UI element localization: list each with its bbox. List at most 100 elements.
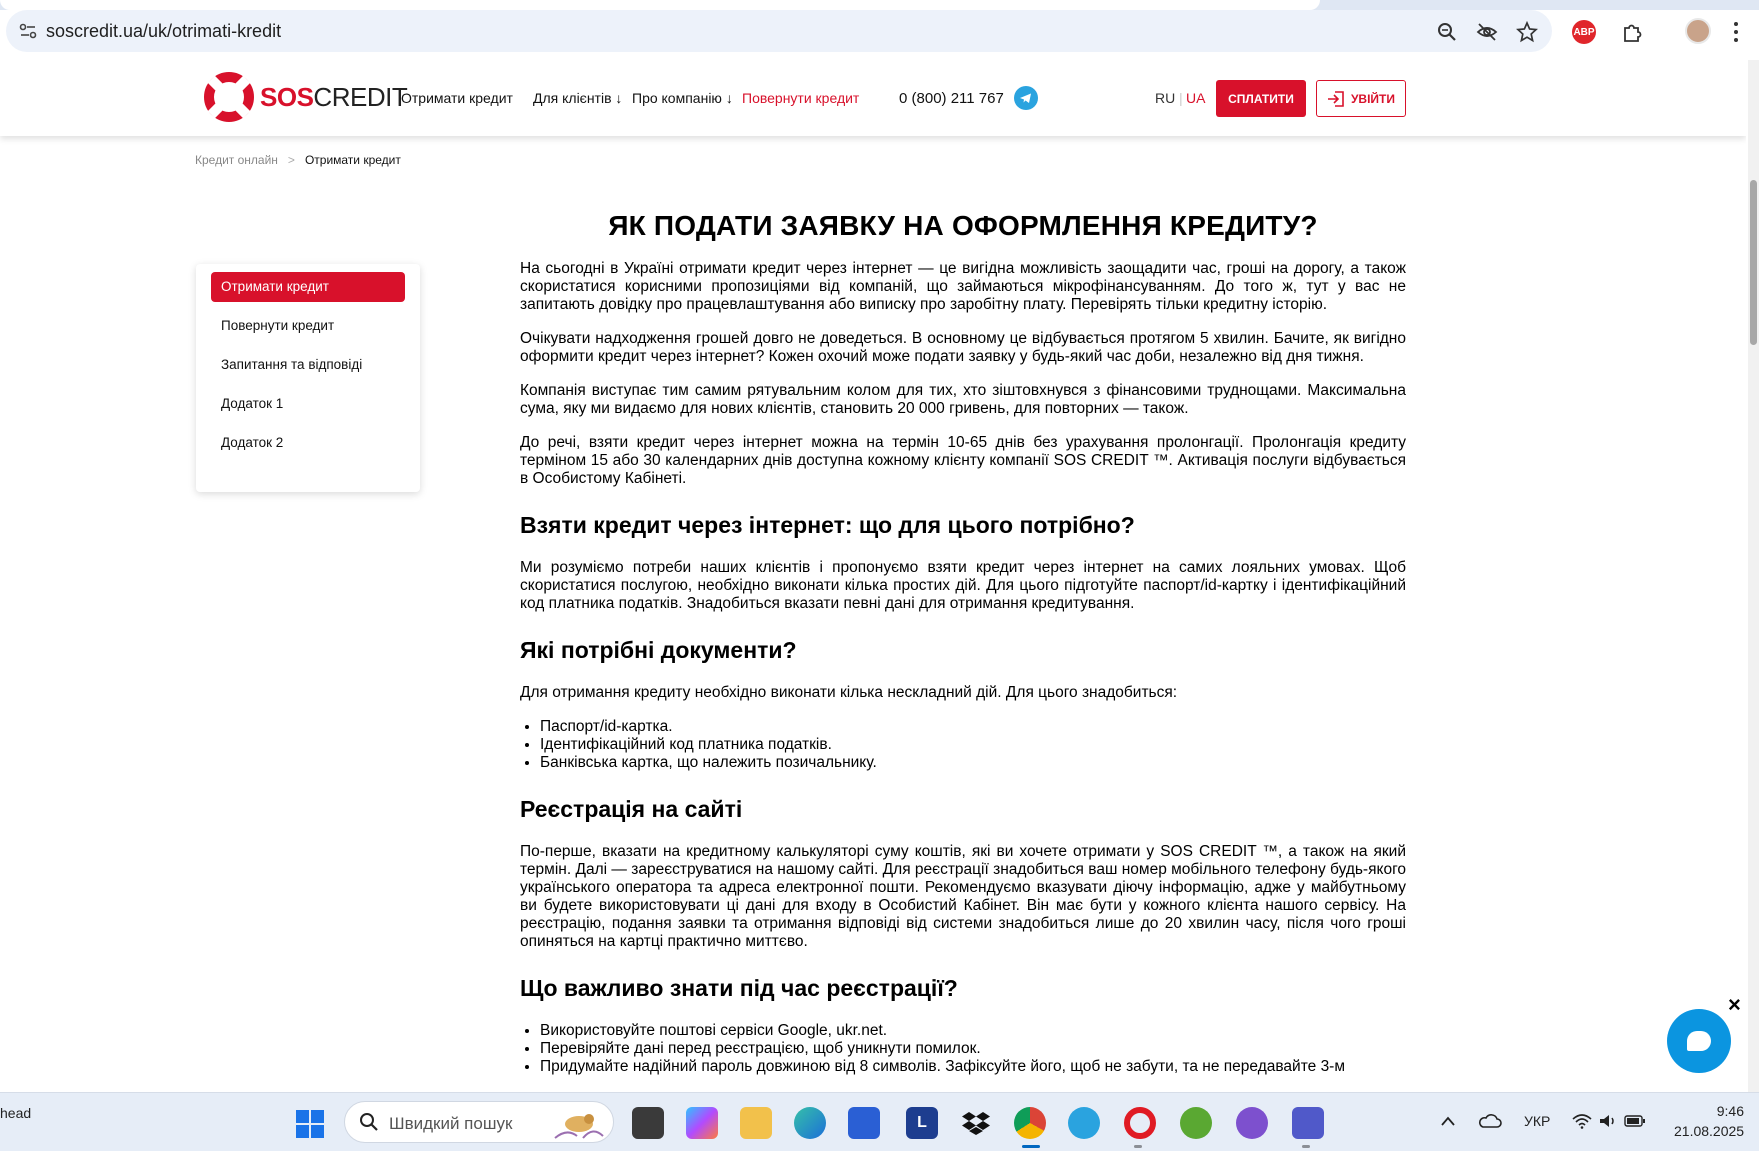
running-indicator [1302,1145,1310,1148]
input-language[interactable]: УКР [1524,1113,1550,1129]
eye-slash-icon[interactable] [1476,21,1498,43]
edge-icon[interactable] [794,1107,826,1139]
task-view-icon[interactable] [632,1107,664,1139]
section-heading: Що важливо знати під час реєстрації? [520,975,958,1001]
dropbox-icon[interactable] [960,1107,992,1139]
kebab-menu-icon[interactable] [1733,20,1739,44]
tips-list: Використовуйте поштові сервіси Google, u… [520,1022,1406,1076]
wifi-icon[interactable] [1572,1113,1592,1129]
utorrent-icon[interactable] [1180,1107,1212,1139]
abp-icon[interactable]: ABP [1572,20,1596,44]
site-info-icon[interactable] [18,21,38,41]
article-paragraph: На сьогодні в Україні отримати кредит че… [520,260,1406,313]
taskbar-search[interactable]: Швидкий пошук [344,1101,614,1143]
lang-separator: | [1179,90,1183,106]
nav-about[interactable]: Про компанію ↓ [632,90,733,106]
chat-close-icon[interactable]: × [1728,992,1741,1018]
list-item: Використовуйте поштові сервіси Google, u… [540,1022,1406,1040]
lang-ua[interactable]: UA [1186,90,1205,106]
logo-sos: SOS [260,81,314,112]
onedrive-icon[interactable] [1478,1113,1502,1129]
page-scrollbar[interactable] [1748,60,1759,1092]
tab-strip [0,0,1759,10]
search-placeholder: Швидкий пошук [389,1114,513,1133]
article-paragraph: Компанія виступає тим самим рятувальним … [520,382,1406,417]
login-button[interactable]: УВІЙТИ [1316,80,1406,117]
active-tab[interactable] [0,0,1320,10]
site-header: SOSCREDIT Отримати кредит Для клієнтів ↓… [0,60,1746,136]
profile-avatar[interactable] [1685,18,1711,44]
lifebuoy-icon [204,72,254,122]
nav-for-clients[interactable]: Для клієнтів ↓ [533,90,622,106]
windows-start-icon[interactable] [296,1110,324,1138]
chevron-up-icon[interactable] [1440,1115,1456,1127]
section-heading: Які потрібні документи? [520,637,797,663]
documents-list: Паспорт/id-картка. Ідентифікаційний код … [520,718,1406,772]
zoom-icon[interactable] [1436,21,1458,43]
page-title: ЯК ПОДАТИ ЗАЯВКУ НА ОФОРМЛЕННЯ КРЕДИТУ? [608,210,1318,241]
article-paragraph: По-перше, вказати на кредитному калькуля… [520,843,1406,950]
l-app-icon[interactable]: L [906,1107,938,1139]
running-indicator [1134,1145,1142,1148]
copilot-icon[interactable] [686,1107,718,1139]
web-page: SOSCREDIT Отримати кредит Для клієнтів ↓… [0,60,1746,1092]
chat-icon [1687,1031,1711,1051]
chat-widget-button[interactable] [1667,1009,1731,1073]
list-item: Банківська картка, що належить позичальн… [540,754,1406,772]
clock-time: 9:46 [1716,1103,1744,1119]
opera-icon[interactable] [1124,1107,1156,1139]
viber-icon[interactable] [1236,1107,1268,1139]
nav-get-credit[interactable]: Отримати кредит [401,90,513,106]
article-paragraph: Очікувати надходження грошей довго не до… [520,330,1406,365]
section-heading: Взяти кредит через інтернет: що для цьог… [520,512,1135,538]
side-menu-appendix-2[interactable]: Додаток 2 [211,428,405,458]
address-bar[interactable]: soscredit.ua/uk/otrimati-kredit [6,10,1552,52]
breadcrumb-current: Отримати кредит [304,153,401,167]
list-item: Придумайте надійний пароль довжиною від … [540,1058,1406,1076]
article: ЯК ПОДАТИ ЗАЯВКУ НА ОФОРМЛЕННЯ КРЕДИТУ? … [520,210,1406,1092]
list-item: Ідентифікаційний код платника податків. [540,736,1406,754]
taskbar-left-text: head [0,1105,32,1121]
telegram-icon[interactable] [1014,86,1038,110]
lang-ru[interactable]: RU [1155,90,1175,106]
article-paragraph: Ми розуміємо потреби наших клієнтів і пр… [520,559,1406,612]
nav-repay-credit[interactable]: Повернути кредит [742,90,859,106]
site-logo[interactable]: SOSCREDIT [204,72,408,122]
teams-icon[interactable] [1292,1107,1324,1139]
clock-date: 21.08.2025 [1674,1123,1745,1139]
volume-icon[interactable] [1598,1113,1618,1129]
side-menu: Отримати кредит Повернути кредит Запитан… [196,264,420,492]
section-heading: Реєстрація на сайті [520,796,743,822]
breadcrumb-home[interactable]: Кредит онлайн [195,153,278,167]
star-icon[interactable] [1516,21,1538,43]
list-item: Перевіряйте дані перед реєстрацією, щоб … [540,1040,1406,1058]
login-icon [1327,90,1344,107]
scrollbar-thumb[interactable] [1750,180,1757,345]
side-menu-faq[interactable]: Запитання та відповіді [211,350,405,380]
battery-icon[interactable] [1624,1115,1646,1127]
file-explorer-icon[interactable] [740,1107,772,1139]
search-icon [360,1113,378,1131]
breadcrumb-separator: > [287,153,295,167]
list-item: Паспорт/id-картка. [540,718,1406,736]
telegram-taskbar-icon[interactable] [1068,1107,1100,1139]
chrome-icon[interactable] [1014,1107,1046,1139]
side-menu-repay-credit[interactable]: Повернути кредит [211,311,405,341]
browser-toolbar: soscredit.ua/uk/otrimati-kredit ABP [0,0,1759,60]
breadcrumb: Кредит онлайн > Отримати кредит [195,153,401,167]
phone-number[interactable]: 0 (800) 211 767 [899,90,1004,107]
article-paragraph: До речі, взяти кредит через інтернет мож… [520,434,1406,487]
article-paragraph: Для отримання кредиту необхідно виконати… [520,684,1178,701]
side-menu-appendix-1[interactable]: Додаток 1 [211,389,405,419]
logo-credit: CREDIT [313,81,408,112]
url-text[interactable]: soscredit.ua/uk/otrimati-kredit [46,21,281,42]
login-label: УВІЙТИ [1350,91,1396,106]
system-clock[interactable]: 9:46 21.08.2025 [1674,1101,1744,1141]
active-app-indicator [1022,1145,1040,1148]
pay-button[interactable]: СПЛАТИТИ [1216,80,1306,117]
side-menu-get-credit[interactable]: Отримати кредит [211,272,405,302]
store-icon[interactable] [848,1107,880,1139]
windows-taskbar: head Швидкий пошук L УКР 9:46 21.08.2025 [0,1092,1759,1151]
bird-illustration-icon [554,1114,604,1139]
puzzle-icon[interactable] [1620,20,1644,44]
